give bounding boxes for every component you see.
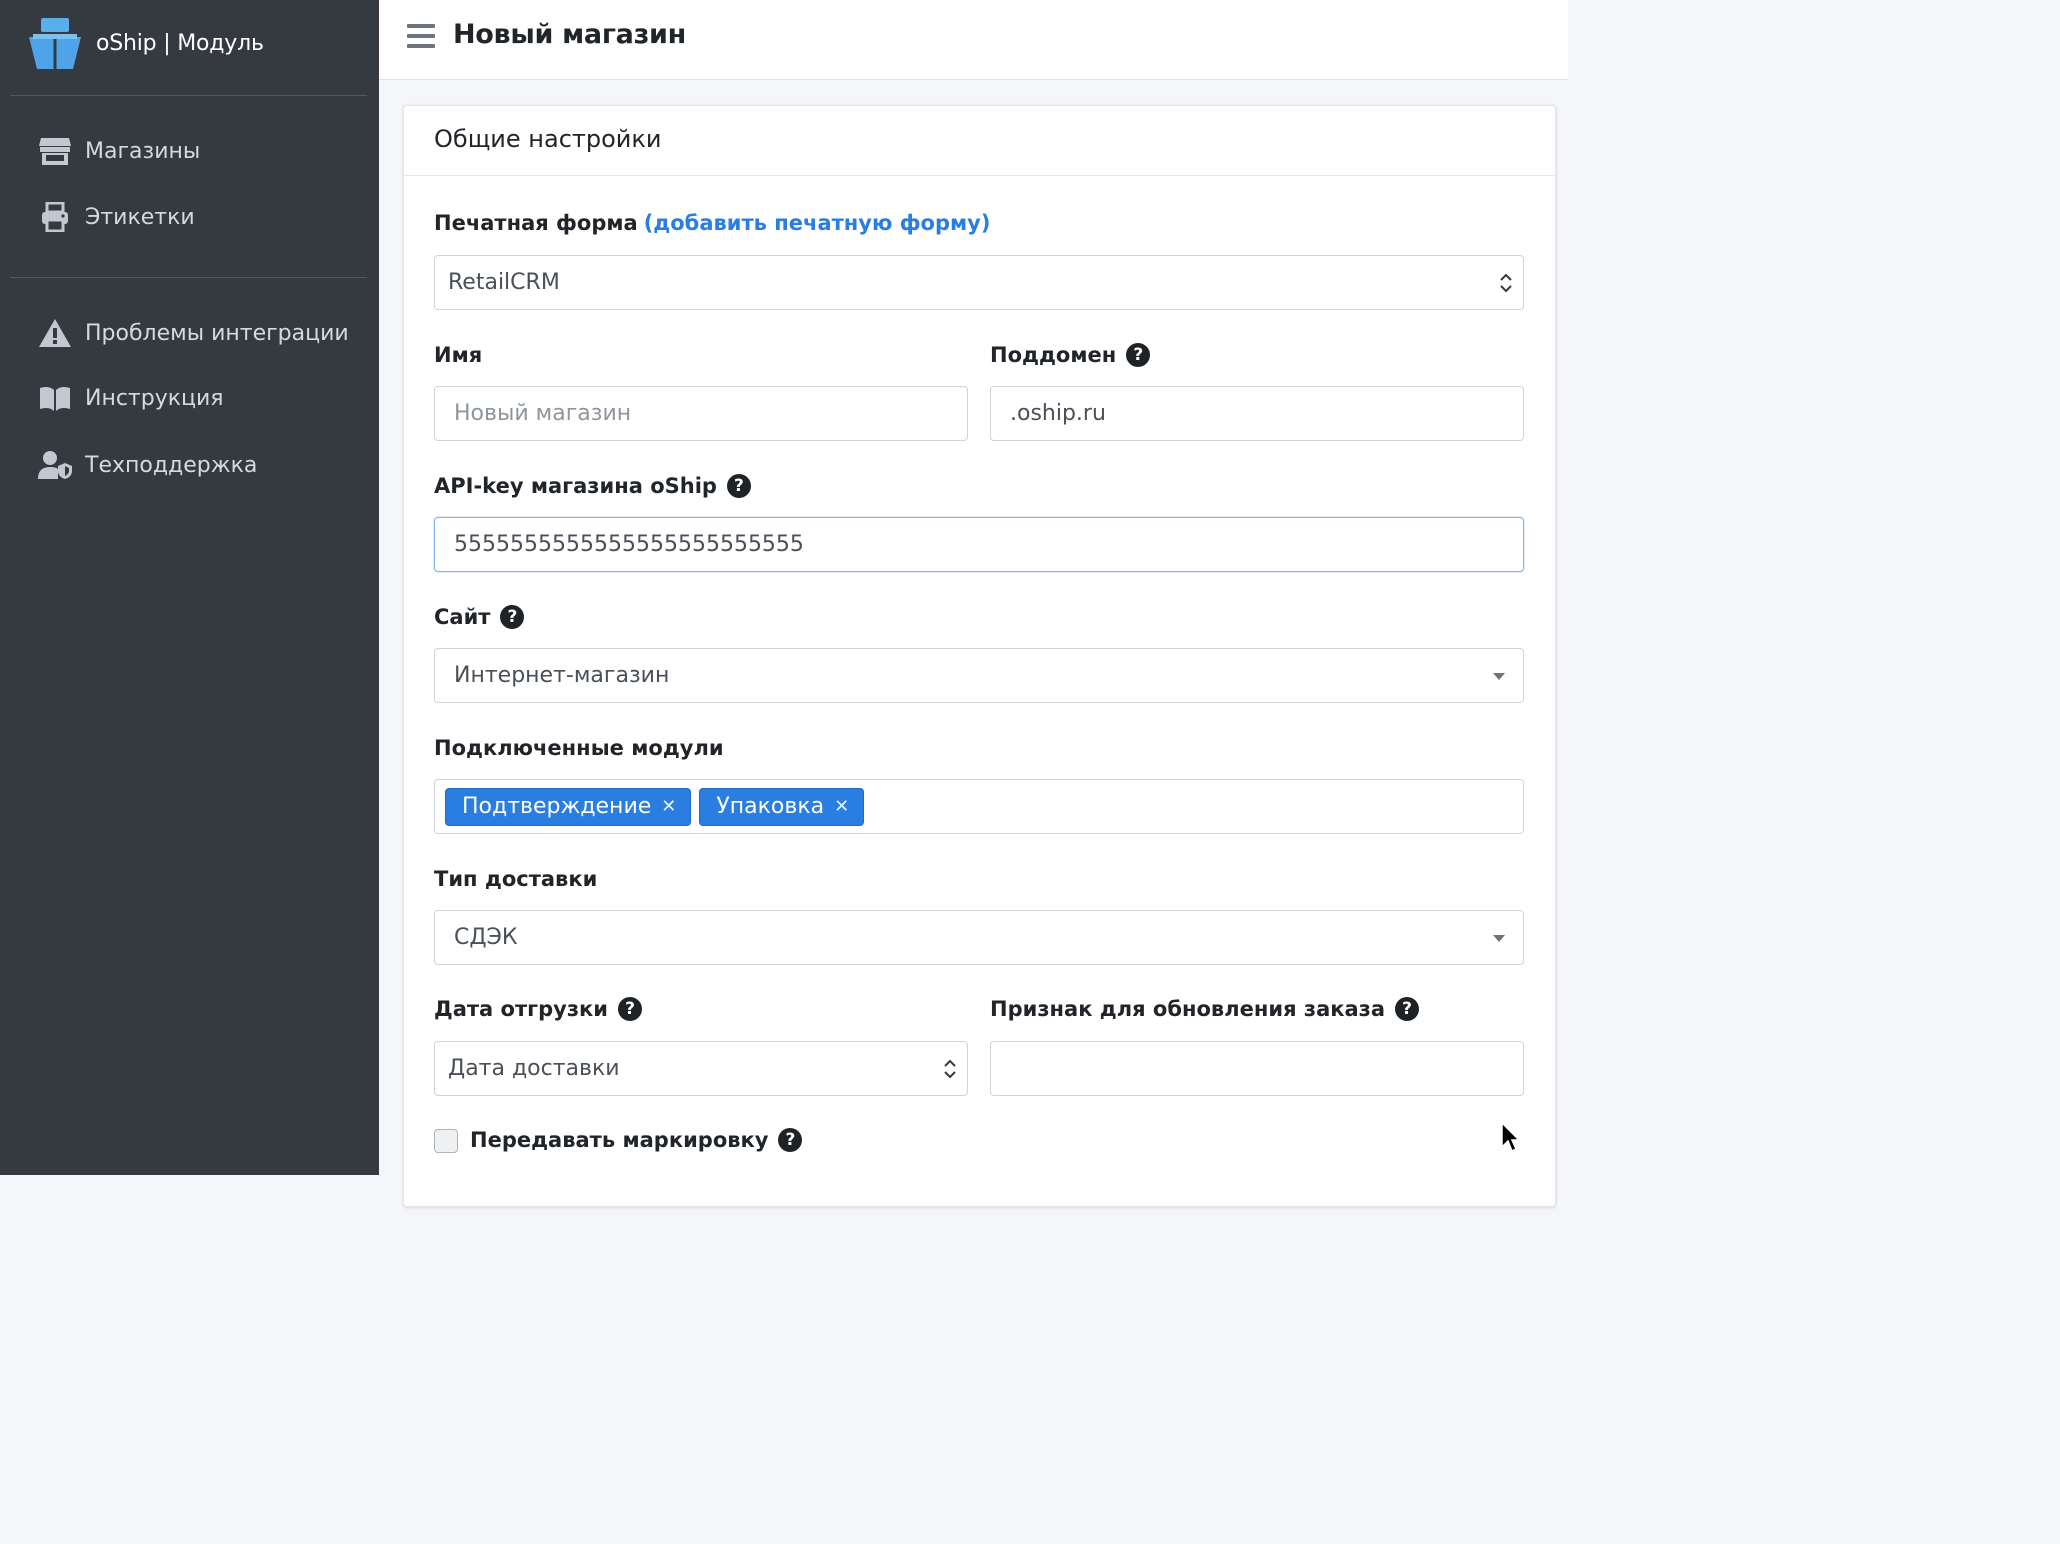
sidebar-item-label: Магазины <box>85 138 201 164</box>
remove-tag-icon[interactable]: ✕ <box>661 796 676 817</box>
api-key-label: API-key магазина oShip ? <box>434 474 751 498</box>
shipment-date-select[interactable]: Дата доставки <box>434 1041 968 1096</box>
sidebar-item-stores[interactable]: Магазины <box>38 131 358 171</box>
sidebar-item-label: Техподдержка <box>85 452 258 478</box>
name-label: Имя <box>434 343 482 367</box>
page-title: Новый магазин <box>453 19 686 50</box>
update-flag-help-icon[interactable]: ? <box>1395 997 1420 1021</box>
warning-icon <box>38 316 72 350</box>
print-form-label-text: Печатная форма <box>434 211 638 235</box>
shipment-date-label-text: Дата отгрузки <box>434 997 608 1021</box>
site-select[interactable]: Интернет-магазин <box>434 648 1524 703</box>
subdomain-help-icon[interactable]: ? <box>1126 343 1151 367</box>
support-icon <box>38 448 72 482</box>
modules-label-text: Подключенные модули <box>434 736 724 760</box>
module-tag-label: Упаковка <box>716 794 825 819</box>
print-form-value: RetailCRM <box>448 270 560 295</box>
module-tag-label: Подтверждение <box>462 794 652 819</box>
api-key-input[interactable]: 5555555555555555555555555 <box>434 517 1524 572</box>
marking-help-icon[interactable]: ? <box>778 1128 803 1152</box>
top-navbar: Новый магазин <box>379 0 1568 80</box>
settings-card: Общие настройки Печатная форма (добавить… <box>403 105 1556 1207</box>
marking-label-text: Передавать маркировку <box>470 1128 769 1152</box>
select-arrows-icon <box>1500 273 1512 293</box>
subdomain-value: .oship.ru <box>1010 401 1106 426</box>
update-flag-label-text: Признак для обновления заказа <box>990 997 1386 1021</box>
name-placeholder: Новый магазин <box>454 401 632 426</box>
subdomain-label: Поддомен ? <box>990 343 1151 367</box>
api-key-label-text: API-key магазина oShip <box>434 474 717 498</box>
site-help-icon[interactable]: ? <box>500 605 525 629</box>
sidebar-item-label: Проблемы интеграции <box>85 320 349 346</box>
shipment-date-help-icon[interactable]: ? <box>618 997 642 1021</box>
sidebar-divider <box>10 95 367 96</box>
print-icon <box>38 200 72 234</box>
print-form-select[interactable]: RetailCRM <box>434 255 1524 310</box>
sidebar-item-label: Инструкция <box>85 385 224 411</box>
name-input[interactable]: Новый магазин <box>434 386 968 441</box>
sidebar-item-instruction[interactable]: Инструкция <box>38 378 358 418</box>
site-value: Интернет-магазин <box>454 663 670 688</box>
site-label-text: Сайт <box>434 605 491 629</box>
sidebar-item-integration-problems[interactable]: Проблемы интеграции <box>38 313 358 353</box>
site-label: Сайт ? <box>434 605 525 629</box>
ship-logo-icon <box>29 18 81 69</box>
sidebar-divider <box>10 277 367 278</box>
store-icon <box>38 134 72 168</box>
remove-tag-icon[interactable]: ✕ <box>834 796 849 817</box>
module-tag-packing[interactable]: Упаковка ✕ <box>699 787 865 826</box>
marking-checkbox[interactable] <box>434 1129 458 1153</box>
marking-label: Передавать маркировку ? <box>470 1128 803 1152</box>
add-print-form-link[interactable]: (добавить печатную форму) <box>644 211 991 235</box>
delivery-type-select[interactable]: СДЭК <box>434 910 1524 965</box>
module-tag-confirmation[interactable]: Подтверждение ✕ <box>445 787 692 826</box>
api-key-value: 5555555555555555555555555 <box>454 532 804 557</box>
brand-title: oShip | Модуль <box>96 31 264 56</box>
delivery-type-label: Тип доставки <box>434 867 597 891</box>
shipment-date-label: Дата отгрузки ? <box>434 997 642 1021</box>
select-arrows-icon <box>944 1059 956 1079</box>
api-key-help-icon[interactable]: ? <box>726 474 751 498</box>
brand[interactable]: oShip | Модуль <box>0 0 379 94</box>
print-form-label: Печатная форма (добавить печатную форму) <box>434 211 990 235</box>
delivery-type-label-text: Тип доставки <box>434 867 598 891</box>
update-flag-input[interactable] <box>990 1041 1524 1096</box>
subdomain-label-text: Поддомен <box>990 343 1117 367</box>
delivery-type-value: СДЭК <box>454 925 518 950</box>
name-label-text: Имя <box>434 343 483 367</box>
sidebar-item-labels[interactable]: Этикетки <box>38 197 358 237</box>
subdomain-input[interactable]: .oship.ru <box>990 386 1524 441</box>
sidebar: oShip | Модуль Магазины Этикетки Проблем… <box>0 0 379 1175</box>
sidebar-item-support[interactable]: Техподдержка <box>38 445 358 485</box>
modules-multiselect[interactable]: Подтверждение ✕ Упаковка ✕ <box>434 779 1524 834</box>
card-title: Общие настройки <box>434 125 662 153</box>
book-icon <box>38 381 72 415</box>
chevron-down-icon <box>1493 673 1505 680</box>
modules-label: Подключенные модули <box>434 736 724 760</box>
chevron-down-icon <box>1493 935 1505 942</box>
shipment-date-value: Дата доставки <box>448 1056 620 1081</box>
sidebar-item-label: Этикетки <box>85 204 195 230</box>
menu-toggle-icon[interactable] <box>407 24 435 48</box>
card-header: Общие настройки <box>404 106 1555 176</box>
update-flag-label: Признак для обновления заказа ? <box>990 997 1420 1021</box>
mouse-cursor-icon <box>1501 1122 1520 1153</box>
